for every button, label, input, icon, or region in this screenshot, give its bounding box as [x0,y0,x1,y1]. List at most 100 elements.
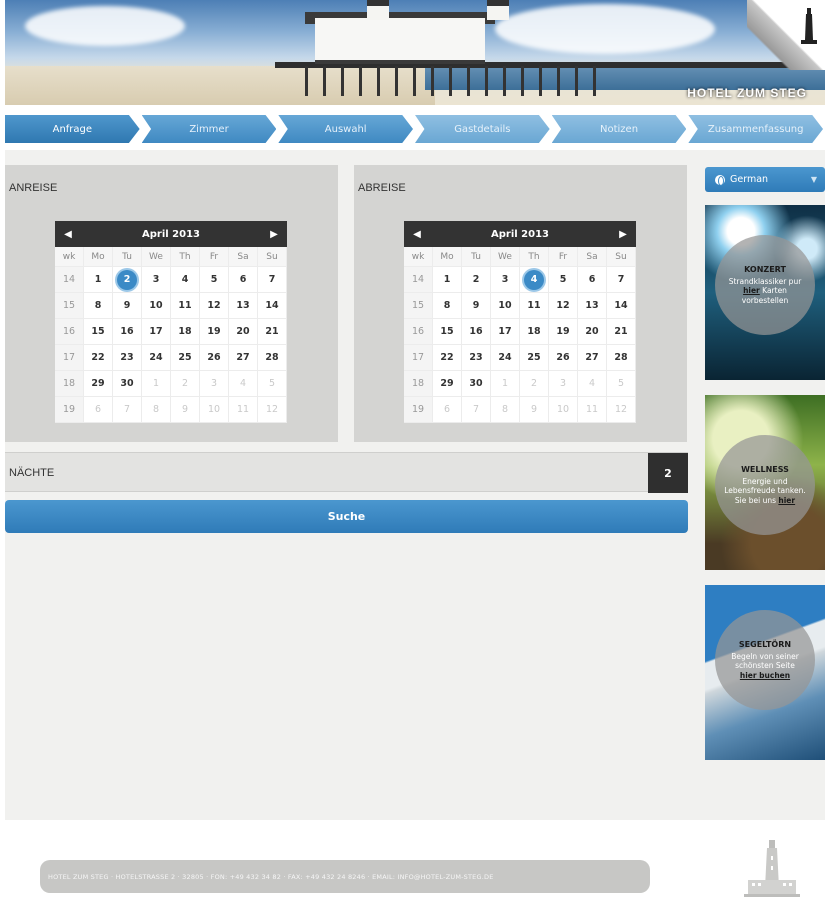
calendar-day[interactable]: 11 [578,397,607,423]
calendar-day[interactable]: 7 [258,267,287,293]
calendar-day[interactable]: 7 [113,397,142,423]
calendar-day[interactable]: 12 [200,293,229,319]
calendar-day[interactable]: 6 [84,397,113,423]
calendar-day[interactable]: 5 [607,371,636,397]
calendar-day[interactable]: 17 [491,319,520,345]
calendar-day[interactable]: 26 [200,345,229,371]
calendar-day[interactable]: 29 [433,371,462,397]
calendar-day[interactable]: 24 [491,345,520,371]
calendar-day[interactable]: 30 [462,371,491,397]
calendar-day[interactable]: 10 [549,397,578,423]
calendar-day-selected[interactable]: 2 [113,267,142,293]
calendar-day[interactable]: 2 [520,371,549,397]
calendar-day[interactable]: 11 [171,293,200,319]
calendar-day[interactable]: 9 [462,293,491,319]
calendar-day[interactable]: 2 [462,267,491,293]
calendar-day[interactable]: 3 [200,371,229,397]
calendar-day[interactable]: 9 [113,293,142,319]
calendar-day[interactable]: 6 [433,397,462,423]
calendar-day[interactable]: 14 [258,293,287,319]
calendar-day[interactable]: 20 [578,319,607,345]
calendar-day[interactable]: 15 [84,319,113,345]
calendar-day[interactable]: 24 [142,345,171,371]
calendar-day[interactable]: 10 [491,293,520,319]
calendar-day[interactable]: 18 [171,319,200,345]
calendar-day[interactable]: 11 [520,293,549,319]
calendar-day[interactable]: 25 [171,345,200,371]
calendar-day[interactable]: 5 [549,267,578,293]
calendar-day[interactable]: 2 [171,371,200,397]
promo-link[interactable]: hier buchen [740,671,790,680]
calendar-day[interactable]: 16 [113,319,142,345]
step-zimmer[interactable]: Zimmer [141,115,277,143]
calendar-day[interactable]: 27 [229,345,258,371]
calendar-day[interactable]: 8 [491,397,520,423]
calendar-day[interactable]: 6 [578,267,607,293]
calendar-day[interactable]: 8 [433,293,462,319]
calendar-day[interactable]: 26 [549,345,578,371]
prev-month-icon[interactable]: ◀ [55,221,81,247]
calendar-day[interactable]: 23 [113,345,142,371]
calendar-day[interactable]: 7 [462,397,491,423]
calendar-day[interactable]: 4 [229,371,258,397]
promo-link[interactable]: hier [778,496,795,505]
calendar-day[interactable]: 10 [142,293,171,319]
calendar-day[interactable]: 30 [113,371,142,397]
step-anfrage[interactable]: Anfrage [5,115,140,143]
calendar-day[interactable]: 3 [491,267,520,293]
promo-wellness[interactable]: WELLNESS Energie und Lebensfreude tanken… [705,395,825,570]
calendar-day[interactable]: 29 [84,371,113,397]
calendar-day[interactable]: 3 [142,267,171,293]
next-month-icon[interactable]: ▶ [610,221,636,247]
calendar-day[interactable]: 20 [229,319,258,345]
nights-value[interactable]: 2 [648,453,688,493]
language-select[interactable]: German ▼ [705,167,825,192]
calendar-day[interactable]: 6 [229,267,258,293]
calendar-day[interactable]: 1 [142,371,171,397]
step-notizen[interactable]: Notizen [551,115,687,143]
calendar-day[interactable]: 3 [549,371,578,397]
calendar-day[interactable]: 4 [171,267,200,293]
calendar-day[interactable]: 27 [578,345,607,371]
calendar-day[interactable]: 7 [607,267,636,293]
calendar-day[interactable]: 17 [142,319,171,345]
calendar-day[interactable]: 18 [520,319,549,345]
calendar-day[interactable]: 4 [578,371,607,397]
calendar-day[interactable]: 5 [200,267,229,293]
step-zusammenfassung[interactable]: Zusammenfassung [688,115,824,143]
calendar-day[interactable]: 1 [491,371,520,397]
calendar-day[interactable]: 12 [549,293,578,319]
calendar-day[interactable]: 25 [520,345,549,371]
calendar-day[interactable]: 28 [607,345,636,371]
calendar-day[interactable]: 21 [258,319,287,345]
next-month-icon[interactable]: ▶ [261,221,287,247]
step-auswahl[interactable]: Auswahl [278,115,414,143]
calendar-day-selected[interactable]: 4 [520,267,549,293]
calendar-day[interactable]: 8 [142,397,171,423]
calendar-day[interactable]: 14 [607,293,636,319]
promo-link[interactable]: hier [743,286,760,295]
calendar-day[interactable]: 9 [171,397,200,423]
calendar-day[interactable]: 13 [578,293,607,319]
calendar-day[interactable]: 9 [520,397,549,423]
calendar-day[interactable]: 22 [84,345,113,371]
step-gastdetails[interactable]: Gastdetails [415,115,550,143]
calendar-day[interactable]: 19 [549,319,578,345]
calendar-day[interactable]: 10 [200,397,229,423]
calendar-day[interactable]: 21 [607,319,636,345]
calendar-day[interactable]: 16 [462,319,491,345]
calendar-day[interactable]: 1 [433,267,462,293]
search-button[interactable]: Suche [5,500,688,533]
calendar-day[interactable]: 12 [607,397,636,423]
calendar-day[interactable]: 22 [433,345,462,371]
calendar-day[interactable]: 19 [200,319,229,345]
promo-konzert[interactable]: KONZERT Strandklassiker pur hier Karten … [705,205,825,380]
prev-month-icon[interactable]: ◀ [404,221,430,247]
promo-segeltoern[interactable]: SEGELTÖRN Begeln von seiner schönsten Se… [705,585,825,760]
calendar-day[interactable]: 1 [84,267,113,293]
calendar-day[interactable]: 5 [258,371,287,397]
calendar-day[interactable]: 12 [258,397,287,423]
calendar-day[interactable]: 11 [229,397,258,423]
calendar-day[interactable]: 23 [462,345,491,371]
calendar-day[interactable]: 28 [258,345,287,371]
